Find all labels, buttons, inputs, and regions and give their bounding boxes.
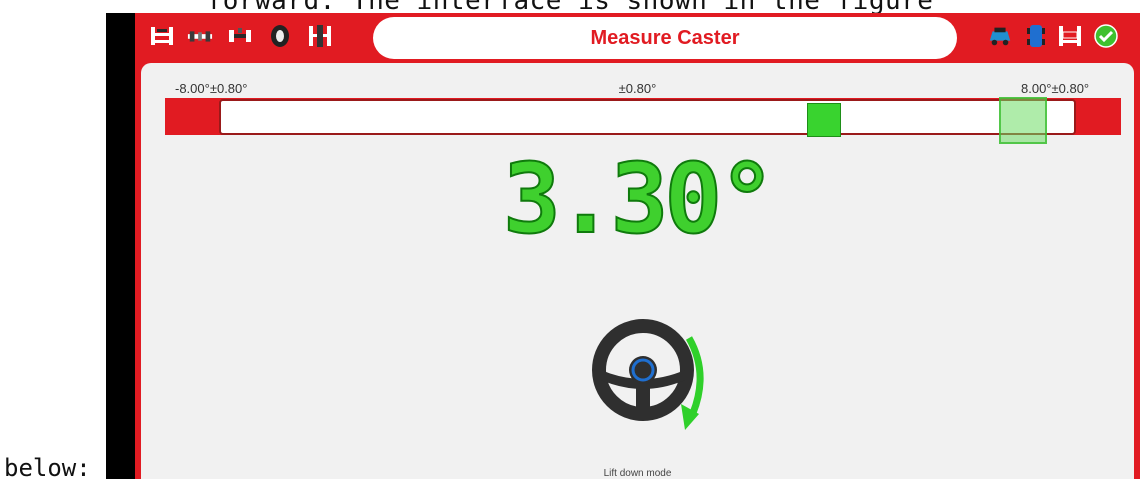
measurement-panel: -8.00°±0.80° ±0.80° 8.00°±0.80° 3.30° Li… xyxy=(141,63,1134,479)
caster-value: 3.30° xyxy=(502,142,777,256)
car-blue-icon[interactable] xyxy=(1023,23,1049,49)
axle-icon[interactable] xyxy=(187,23,213,49)
tire-icon[interactable] xyxy=(267,23,293,49)
lift-red-icon[interactable] xyxy=(1057,23,1083,49)
page-title: Measure Caster xyxy=(590,26,740,49)
app-screen: Measure Caster -8.00°±0.80° ±0.80° 8.00°… xyxy=(106,13,1140,479)
document-caption-continued: below: xyxy=(4,454,91,482)
confirm-check-icon[interactable] xyxy=(1093,23,1119,49)
mode-status: Lift down mode xyxy=(603,468,672,479)
right-tolerance-label: 8.00°±0.80° xyxy=(1021,81,1090,96)
caster-range-track xyxy=(219,99,1076,135)
car-color-icon[interactable] xyxy=(987,23,1013,49)
alignment-icon[interactable] xyxy=(307,23,333,49)
app-frame: Measure Caster -8.00°±0.80° ±0.80° 8.00°… xyxy=(135,13,1140,479)
vehicle-top-icon[interactable] xyxy=(227,23,253,49)
target-zone-marker xyxy=(999,97,1047,144)
caster-reading: 3.30° xyxy=(141,142,1134,256)
current-value-marker xyxy=(807,103,841,137)
caster-range-bar xyxy=(165,98,1121,137)
top-toolbar: Measure Caster xyxy=(135,13,1140,63)
steering-instruction xyxy=(581,318,731,443)
steering-wheel-icon xyxy=(592,319,704,430)
lift-icon[interactable] xyxy=(149,23,175,49)
page-title-bar: Measure Caster xyxy=(373,17,957,59)
center-tolerance-label: ±0.80° xyxy=(618,81,657,96)
